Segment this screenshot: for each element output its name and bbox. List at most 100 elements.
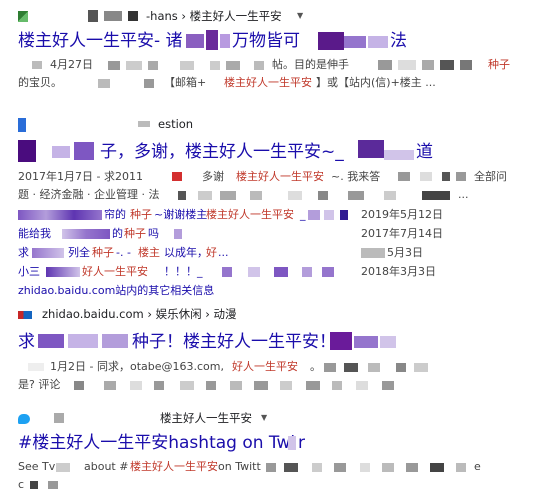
site-favicon-icon [18, 117, 26, 132]
snippet-text: 帖。目的是伸手 [272, 58, 349, 71]
snippet-highlight: 楼主好人一生平安 [224, 76, 312, 89]
redacted-block [384, 191, 396, 200]
redacted-block [361, 248, 385, 258]
redacted-block [148, 61, 158, 70]
redacted-block [442, 172, 450, 181]
related-question-link[interactable]: 求 列全 种子 -. - 楼主 以成年， 好 ... 5月3日 [18, 244, 538, 263]
redacted-block [302, 267, 312, 277]
search-result-3: zhidao.baidu.com › 娱乐休闲 › 动漫 求 种子！楼主好人一生… [18, 306, 538, 394]
redacted-block [382, 381, 394, 390]
redacted-block [104, 11, 122, 21]
redacted-block [74, 142, 94, 160]
related-question-date: 5月3日 [387, 246, 423, 259]
result-snippet-line: 4月27日 帖。目的是伸手 种子 [18, 56, 538, 74]
related-question-link[interactable]: 小三 好人一生平安 ！！！_ 2018年3月3日 [18, 263, 538, 282]
result-snippet-line: 的宝贝。 【邮箱+ 楼主好人一生平安 】或【站内(信)+楼主 ... [18, 74, 538, 92]
chevron-down-icon[interactable]: ▼ [297, 8, 303, 24]
result-title-text[interactable]: 求 [18, 331, 35, 353]
redacted-block [322, 267, 334, 277]
redacted-block [174, 229, 182, 239]
result-title-text[interactable]: 道 [416, 141, 433, 163]
related-question-date: 2017年7月14日 [361, 227, 443, 240]
redacted-block [220, 34, 230, 48]
result-title-text[interactable]: 楼主好人一生平安- 诸 [18, 31, 183, 51]
snippet-highlight: 楼主好人一生平安 [236, 170, 324, 183]
redacted-block [210, 61, 220, 70]
redacted-block [220, 191, 236, 200]
redacted-block [308, 210, 320, 220]
redacted-block [30, 481, 38, 489]
related-question-link[interactable]: 能给我 的 种子 吗 2017年7月14日 [18, 225, 538, 244]
redacted-block [306, 381, 320, 390]
twitter-bird-icon [18, 413, 30, 424]
redacted-block [54, 413, 64, 423]
chevron-down-icon[interactable]: ▼ [261, 410, 267, 426]
redacted-block [108, 61, 120, 70]
snippet-text: 题 · 经济金融 · 企业管理 · 法 [18, 188, 160, 201]
result-snippet-line: 题 · 经济金融 · 企业管理 · 法 ... [18, 186, 538, 206]
redacted-block [254, 61, 264, 70]
result-title[interactable]: 楼主好人一生平安- 诸 万物皆可 法 [18, 30, 538, 52]
redacted-block [280, 381, 292, 390]
search-result-1: -hans › 楼主好人一生平安 ▼ 楼主好人一生平安- 诸 万物皆可 法 4月… [18, 8, 538, 92]
redacted-block [206, 30, 218, 50]
result-snippet-line: 是? 评论 [18, 376, 538, 394]
result-snippet-line: 2017年1月7日 - 求2011 多谢 楼主好人一生平安 ~. 我来答 全部问 [18, 168, 538, 186]
redacted-block [368, 363, 380, 372]
redacted-block [138, 121, 150, 127]
result-title-text[interactable]: r [298, 432, 305, 454]
redacted-block [180, 61, 194, 70]
redacted-block [102, 334, 128, 348]
snippet-text: c [18, 478, 25, 491]
snippet-text: about # [84, 460, 129, 473]
redacted-block [440, 60, 454, 70]
snippet-text: e [474, 460, 481, 473]
redacted-block [460, 60, 472, 70]
result-title-text[interactable]: #楼主好人一生平安hashtag on Twi [18, 433, 295, 453]
site-favicon-icon [18, 11, 28, 22]
redacted-block [144, 79, 154, 88]
redacted-block [344, 363, 358, 372]
snippet-text: 】或【站内(信)+楼主 ... [316, 76, 436, 89]
redacted-block [68, 334, 98, 348]
more-results-link[interactable]: zhidao.baidu.com站内的其它相关信息 [18, 282, 538, 300]
redacted-block [358, 140, 384, 158]
redacted-block [384, 150, 414, 160]
result-title-text[interactable]: 子，多谢，楼主好人一生平安~_ [100, 141, 344, 163]
result-url-path: estion [158, 117, 194, 131]
redacted-block [226, 61, 240, 70]
result-url[interactable]: -hans › 楼主好人一生平安 ▼ [18, 8, 538, 24]
result-title-text[interactable]: 万物皆可 [232, 30, 300, 52]
related-question-date: 2019年5月12日 [361, 208, 443, 221]
result-url[interactable]: zhidao.baidu.com › 娱乐休闲 › 动漫 [18, 306, 538, 322]
redacted-block [344, 36, 366, 48]
redacted-block [98, 79, 110, 88]
result-title-text[interactable]: 种子！楼主好人一生平安！ [132, 331, 336, 353]
snippet-text: 多谢 [202, 170, 224, 183]
redacted-block [420, 172, 432, 181]
redacted-block [318, 32, 344, 50]
redacted-block [32, 61, 42, 69]
snippet-text: ... [458, 188, 469, 201]
redacted-block [266, 463, 276, 472]
redacted-block [456, 463, 466, 472]
redacted-block [18, 140, 36, 162]
redacted-block [52, 146, 70, 158]
redacted-block [288, 436, 296, 450]
redacted-block [180, 381, 194, 390]
redacted-block [340, 210, 348, 220]
redacted-block [56, 463, 70, 472]
result-url[interactable]: 楼主好人一生平安 ▼ [18, 410, 538, 426]
result-title[interactable]: #楼主好人一生平安hashtag on Twi r [18, 432, 538, 454]
result-url[interactable]: estion [18, 116, 538, 132]
result-title[interactable]: 求 种子！楼主好人一生平安！ [18, 330, 538, 354]
result-title[interactable]: 子，多谢，楼主好人一生平安~_ 道 [18, 140, 538, 164]
related-question-link[interactable]: 帘的 种子 ~谢谢楼主 楼主好人一生平安 _ 2019年5月12日 [18, 206, 538, 225]
redacted-block [284, 463, 298, 472]
redacted-block [318, 191, 328, 200]
redacted-block [380, 336, 396, 348]
redacted-block [334, 463, 346, 472]
result-title-text[interactable]: 法 [390, 30, 407, 52]
snippet-text: 是? 评论 [18, 378, 61, 391]
result-date: 4月27日 [50, 58, 93, 71]
